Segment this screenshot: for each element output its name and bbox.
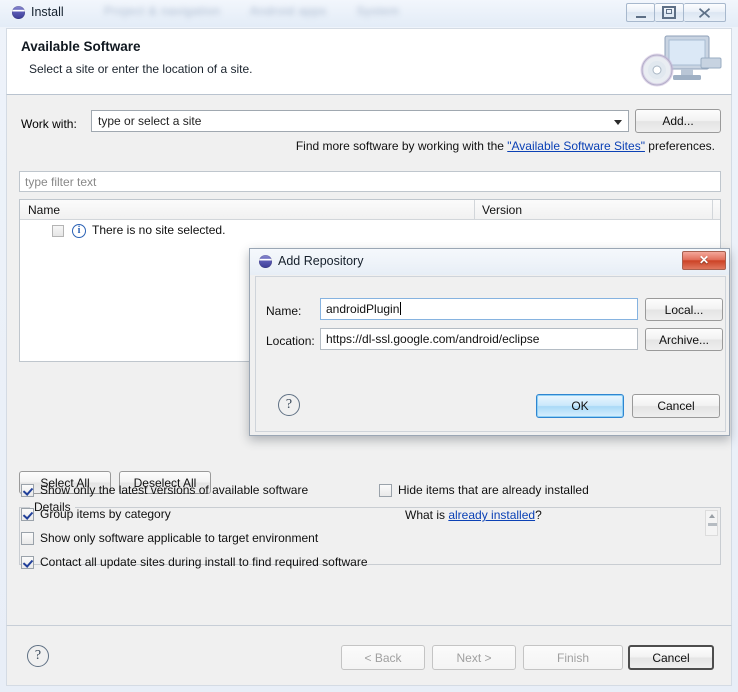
table-header: Name Version [20, 200, 720, 220]
help-question-icon[interactable]: ? [27, 645, 49, 667]
close-x-icon [699, 7, 710, 18]
column-header-name[interactable]: Name [28, 203, 60, 217]
cancel-button[interactable]: Cancel [628, 645, 714, 670]
checkbox[interactable] [21, 532, 34, 545]
option-label: Contact all update sites during install … [40, 555, 368, 569]
dialog-title: Add Repository [278, 254, 364, 268]
add-repository-button[interactable]: Add... [635, 109, 721, 133]
work-with-label: Work with: [21, 117, 77, 131]
location-label: Location: [266, 334, 315, 348]
find-more-prefix: Find more software by working with the [295, 139, 508, 153]
checkbox[interactable] [21, 556, 34, 569]
name-value-text: androidPlugin [326, 302, 400, 316]
column-header-version[interactable]: Version [482, 203, 522, 217]
checkbox[interactable] [21, 508, 34, 521]
checkbox[interactable] [379, 484, 392, 497]
what-is-already-installed-text: What is already installed? [405, 508, 542, 522]
dialog-titlebar: Add Repository ✕ [250, 249, 729, 275]
wizard-banner: Available Software Select a site or ente… [6, 28, 732, 95]
eclipse-sphere-icon [259, 255, 272, 268]
option-label: Show only the latest versions of availab… [40, 483, 309, 497]
ok-button[interactable]: OK [536, 394, 624, 418]
table-row[interactable]: i There is no site selected. [20, 221, 720, 241]
option-label: Show only software applicable to target … [40, 531, 319, 545]
finish-button[interactable]: Finish [523, 645, 623, 670]
page-title: Available Software [21, 39, 141, 54]
help-question-icon[interactable]: ? [278, 394, 300, 416]
text-cursor [400, 302, 402, 315]
row-checkbox[interactable] [52, 225, 64, 237]
archive-button[interactable]: Archive... [645, 328, 723, 351]
minimize-icon[interactable] [626, 3, 655, 22]
work-with-combobox[interactable]: type or select a site [91, 110, 629, 132]
restore-icon[interactable] [655, 3, 684, 22]
window-titlebar: Project & navigation Android apps System… [0, 0, 738, 27]
location-field-value: https://dl-ssl.google.com/android/eclips… [326, 332, 540, 346]
close-icon[interactable] [684, 3, 726, 22]
monitor-with-disc-icon [640, 35, 722, 87]
dialog-close-icon[interactable]: ✕ [682, 251, 726, 270]
scroll-up-icon[interactable] [709, 514, 715, 518]
work-with-dropdown-button[interactable] [608, 111, 628, 131]
chevron-down-icon [614, 120, 622, 125]
row-label: There is no site selected. [92, 223, 226, 237]
blurred-text-3: System [356, 4, 400, 18]
find-more-suffix: preferences. [644, 139, 715, 153]
blurred-text-1: Project & navigation [104, 4, 221, 18]
work-with-input[interactable]: type or select a site [98, 114, 201, 128]
find-more-software-text: Find more software by working with the "… [296, 139, 715, 153]
scroll-thumb[interactable] [708, 523, 717, 526]
option-label: Group items by category [40, 507, 171, 521]
name-field[interactable]: androidPlugin [320, 298, 638, 320]
what-is-suffix: ? [535, 508, 542, 522]
details-scrollbar[interactable] [705, 510, 718, 536]
name-label: Name: [266, 304, 302, 318]
local-button[interactable]: Local... [645, 298, 723, 321]
what-is-prefix: What is [405, 508, 449, 522]
already-installed-link[interactable]: already installed [448, 508, 535, 522]
filter-input[interactable]: type filter text [19, 171, 721, 192]
checkbox[interactable] [21, 484, 34, 497]
info-icon: i [72, 224, 86, 238]
available-software-sites-link[interactable]: "Available Software Sites" [507, 139, 645, 153]
dialog-cancel-button[interactable]: Cancel [632, 394, 720, 418]
window-title: Install [31, 5, 64, 19]
eclipse-sphere-icon [12, 6, 25, 19]
add-repository-dialog: Add Repository ✕ Name: androidPlugin Loc… [249, 248, 730, 436]
name-field-value: androidPlugin [326, 302, 402, 316]
page-subtitle: Select a site or enter the location of a… [29, 62, 253, 76]
install-wizard-window: Project & navigation Android apps System… [0, 0, 738, 692]
close-x-glyph: ✕ [698, 253, 710, 267]
blurred-text-2: Android apps [249, 4, 327, 18]
next-button[interactable]: Next > [432, 645, 516, 670]
titlebar-blurred-background: Project & navigation Android apps System [104, 4, 399, 20]
location-field[interactable]: https://dl-ssl.google.com/android/eclips… [320, 328, 638, 350]
option-label: Hide items that are already installed [398, 483, 589, 497]
dialog-body: Name: androidPlugin Local... Location: h… [255, 276, 726, 432]
back-button[interactable]: < Back [341, 645, 425, 670]
filter-placeholder: type filter text [25, 175, 97, 189]
